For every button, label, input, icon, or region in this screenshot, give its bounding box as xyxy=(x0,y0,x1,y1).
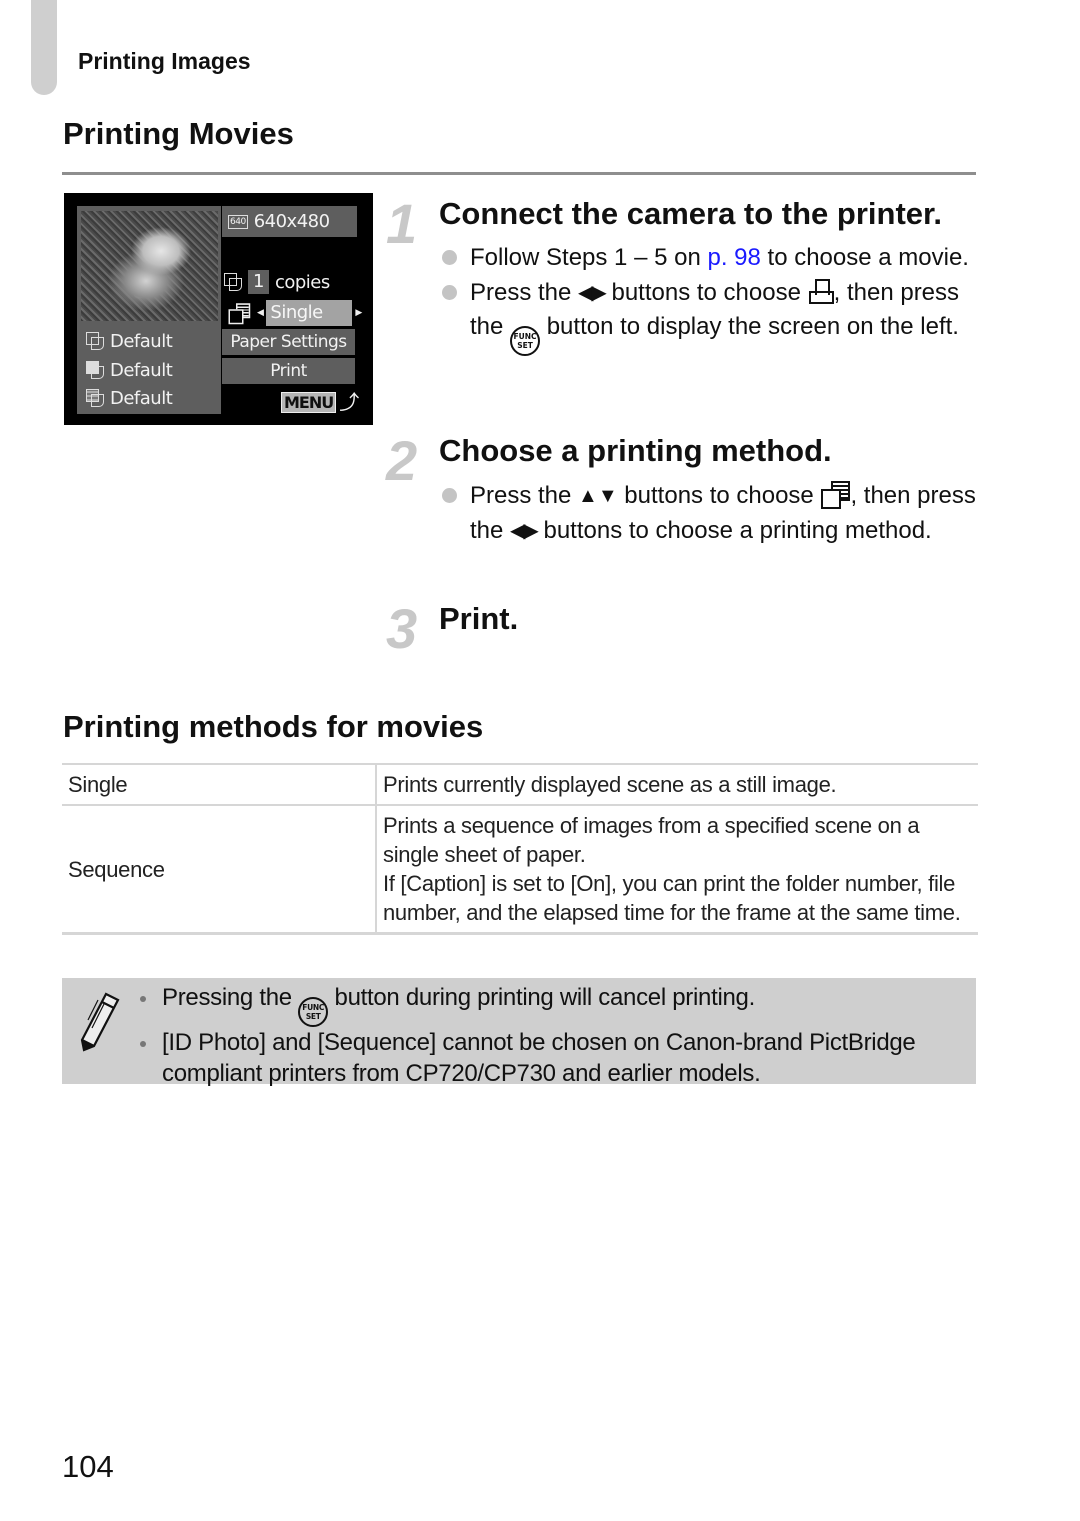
default-label: Default xyxy=(110,359,173,381)
page-number: 104 xyxy=(62,1449,114,1484)
text: Pressing the xyxy=(162,984,299,1011)
pencil-icon xyxy=(80,992,120,1052)
note-item: [ID Photo] and [Sequence] cannot be chos… xyxy=(140,1027,970,1089)
camera-copies-row: 1 copies xyxy=(224,270,330,294)
step-number: 2 xyxy=(386,429,418,492)
text: Press the xyxy=(470,278,579,306)
left-arrow-icon: ◀ xyxy=(257,308,264,318)
step-2-bullets: Press the ▲▼ buttons to choose , then pr… xyxy=(439,479,979,549)
text: button during printing will cancel print… xyxy=(328,984,756,1011)
step-heading: Print. xyxy=(439,601,519,636)
resolution-icon: 640 xyxy=(228,214,248,229)
paper-icon xyxy=(86,361,104,379)
description-line: Prints a sequence of images from a speci… xyxy=(383,813,920,867)
step-heading: Connect the camera to the printer. xyxy=(439,196,942,231)
page-98-link[interactable]: p. 98 xyxy=(707,244,760,271)
bullet-dot-icon xyxy=(442,284,457,300)
bullet-item: Press the ◀▶ buttons to choose , then pr… xyxy=(439,276,979,357)
print-icon xyxy=(808,278,834,304)
note-box: Pressing the FUNC SET button during print… xyxy=(62,978,976,1087)
camera-screen-illustration: Default Default Default 640 640x480 1 co… xyxy=(64,193,373,425)
copies-icon xyxy=(224,273,242,291)
text: Follow Steps 1 – 5 on xyxy=(470,244,708,271)
copies-label: copies xyxy=(274,271,330,293)
camera-resolution-bar: 640 640x480 xyxy=(222,206,357,237)
note-list: Pressing the FUNC SET button during print… xyxy=(140,982,970,1089)
step-number: 3 xyxy=(386,597,418,660)
print-method-icon xyxy=(820,480,851,509)
set-label: SET xyxy=(305,1012,321,1021)
copies-value: 1 xyxy=(248,270,269,294)
menu-button-label: MENU xyxy=(281,392,337,413)
camera-method-row: ◀ Single ▶ xyxy=(224,299,362,327)
camera-print-button: Print xyxy=(222,358,355,384)
func-set-button-icon: FUNC SET xyxy=(510,326,541,357)
title-divider xyxy=(62,172,976,175)
method-selector-value: Single xyxy=(266,300,353,326)
text: to choose a movie. xyxy=(760,244,969,271)
page-title: Printing Movies xyxy=(63,116,294,151)
camera-default-row-paper: Default xyxy=(86,358,173,382)
description-line: Prints currently displayed scene as a st… xyxy=(383,772,837,797)
left-right-buttons-icon: ◀▶ xyxy=(578,281,607,304)
bullet-dot-icon xyxy=(140,1041,146,1047)
func-set-button-icon: FUNC SET xyxy=(298,997,329,1027)
step-1-bullets: Follow Steps 1 – 5 on p. 98 to choose a … xyxy=(439,241,979,357)
method-term: Single xyxy=(62,764,377,805)
description-line: If [Caption] is set to [On], you can pri… xyxy=(383,871,961,925)
movie-thumbnail-dog-photo xyxy=(81,211,218,321)
set-label: SET xyxy=(517,341,533,351)
bullet-item: Follow Steps 1 – 5 on p. 98 to choose a … xyxy=(439,241,979,276)
step-number: 1 xyxy=(386,192,418,255)
text: buttons to choose xyxy=(604,278,808,306)
camera-menu-return: MENU ⤴ xyxy=(281,392,359,413)
bullet-dot-icon xyxy=(442,488,457,503)
text: [ID Photo] and [Sequence] cannot be chos… xyxy=(162,1029,916,1087)
table-row: Single Prints currently displayed scene … xyxy=(62,764,978,805)
camera-default-row-type: Default xyxy=(86,386,173,410)
left-right-buttons-icon: ◀▶ xyxy=(510,520,539,543)
resolution-value: 640x480 xyxy=(253,211,330,232)
default-label: Default xyxy=(110,387,173,409)
note-item: Pressing the FUNC SET button during print… xyxy=(140,982,970,1027)
printing-methods-table: Single Prints currently displayed scene … xyxy=(62,763,978,935)
step-heading: Choose a printing method. xyxy=(439,433,832,468)
section-tab-marker xyxy=(31,0,57,95)
func-label: FUNC xyxy=(302,1003,325,1012)
bullet-dot-icon xyxy=(140,996,146,1002)
bullet-item: Press the ▲▼ buttons to choose , then pr… xyxy=(439,479,979,549)
method-term: Sequence xyxy=(62,805,377,934)
default-label: Default xyxy=(110,330,173,352)
text: Press the xyxy=(470,482,579,509)
camera-paper-settings-button: Paper Settings xyxy=(222,329,355,355)
method-description: Prints a sequence of images from a speci… xyxy=(376,805,978,934)
return-icon: ⤴ xyxy=(339,391,360,414)
func-label: FUNC xyxy=(513,332,537,342)
text: buttons to choose xyxy=(617,482,821,509)
up-down-buttons-icon: ▲▼ xyxy=(578,485,618,508)
bullet-dot-icon xyxy=(442,250,457,265)
right-arrow-icon: ▶ xyxy=(355,308,362,318)
paper-type-icon xyxy=(86,389,104,407)
layout-icon xyxy=(86,332,104,350)
section-label: Printing Images xyxy=(78,48,251,74)
print-method-icon xyxy=(228,303,251,325)
text: button to display the screen on the left… xyxy=(540,313,959,341)
camera-default-row-layout: Default xyxy=(86,329,173,353)
table-row: Sequence Prints a sequence of images fro… xyxy=(62,805,978,934)
methods-section-title: Printing methods for movies xyxy=(63,709,484,744)
text: buttons to choose a printing method. xyxy=(536,516,932,544)
method-description: Prints currently displayed scene as a st… xyxy=(376,764,978,805)
